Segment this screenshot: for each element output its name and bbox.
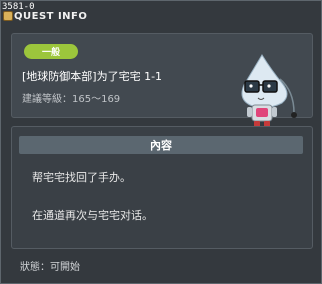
quest-book-icon [3, 11, 13, 21]
content-line: 在通道再次与宅宅对话。 [32, 209, 153, 222]
difficulty-badge: 一般 [24, 44, 78, 59]
content-line: 帮宅宅找回了手办。 [32, 171, 131, 184]
title-bar[interactable]: QUEST INFO [1, 10, 321, 27]
quest-name: [地球防御本部]为了宅宅 1-1 [22, 70, 163, 83]
quest-content-panel: 內容 帮宅宅找回了手办。 在通道再次与宅宅对话。 [11, 126, 313, 249]
quest-summary-panel: 一般 [地球防御本部]为了宅宅 1-1 建議等級：165～169 [11, 33, 313, 134]
quest-status: 狀態：可開始 [20, 262, 80, 273]
recommended-level: 建議等級：165～169 [22, 94, 121, 105]
quest-info-window: 3581-0 QUEST INFO 一般 [地球防御本部]为了宅宅 1-1 建議… [0, 0, 322, 284]
content-header: 內容 [19, 136, 303, 154]
window-title: QUEST INFO [14, 11, 88, 22]
